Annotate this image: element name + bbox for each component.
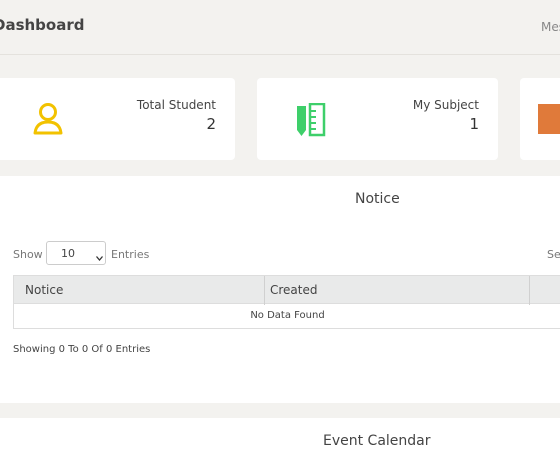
event-calendar-panel: Event Calendar [0, 418, 560, 460]
column-divider [529, 276, 530, 305]
subject-icon [295, 102, 327, 141]
my-subject-card[interactable]: My Subject 1 [257, 78, 498, 160]
user-icon [30, 102, 66, 142]
entries-label: Entries [111, 248, 150, 261]
column-divider [264, 276, 265, 305]
table-header: Notice Created [13, 275, 560, 305]
page-title: Dashboard [0, 16, 85, 34]
card-value: 1 [469, 115, 479, 133]
card-label: My Subject [412, 98, 479, 112]
page-size-select[interactable]: 10 [46, 241, 106, 265]
card-value: 2 [206, 115, 216, 133]
table-body: No Data Found [13, 304, 560, 329]
table-info: Showing 0 To 0 Of 0 Entries [13, 344, 151, 355]
event-calendar-title: Event Calendar [323, 433, 431, 449]
third-card[interactable] [520, 78, 560, 160]
card-label: Total Student [136, 98, 216, 112]
search-label: Se [547, 248, 560, 261]
header-right-menu[interactable]: Mes [541, 20, 560, 34]
total-student-card[interactable]: Total Student 2 [0, 78, 235, 160]
top-bar: Dashboard Mes [0, 0, 560, 55]
page-size-value: 10 [61, 247, 75, 260]
notice-panel: Notice Show 10 Entries Se Notice Created… [0, 176, 560, 403]
chevron-down-icon [96, 251, 103, 264]
book-icon [538, 104, 560, 138]
column-header-notice[interactable]: Notice [25, 276, 63, 305]
column-header-created[interactable]: Created [270, 276, 318, 305]
show-label: Show [13, 248, 43, 261]
notice-title: Notice [355, 191, 400, 207]
empty-message: No Data Found [250, 310, 325, 321]
